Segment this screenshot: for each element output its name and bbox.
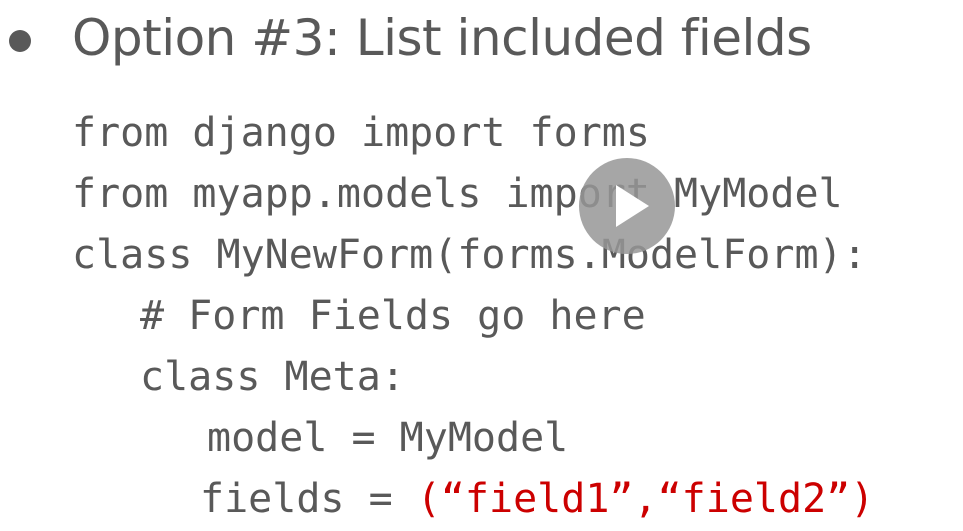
play-button[interactable] <box>579 158 675 254</box>
code-line-meta-class: class Meta: <box>140 354 405 400</box>
play-icon <box>616 185 649 227</box>
code-line-class-def: class MyNewForm(forms.ModelForm): <box>72 232 867 278</box>
code-line-comment: # Form Fields go here <box>140 293 646 339</box>
slide-heading: Option #3: List included fields <box>72 9 812 67</box>
code-line-fields-assignment: fields = (“field1”,“field2”) <box>200 471 874 527</box>
bullet-icon <box>9 30 31 52</box>
fields-value: (“field1”,“field2”) <box>416 476 875 522</box>
code-line-model-assignment: model = MyModel <box>207 415 569 461</box>
code-line-import-forms: from django import forms <box>72 110 650 156</box>
fields-label: fields = <box>200 476 417 522</box>
code-line-import-model: from myapp.models import MyModel <box>72 171 843 217</box>
